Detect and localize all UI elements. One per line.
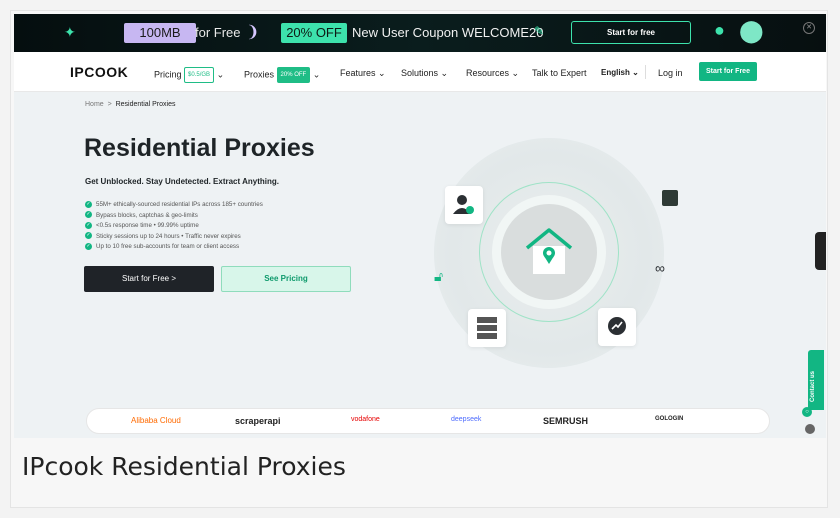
feature-text: <0.5s response time • 99.99% uptime [96,222,199,229]
feature-text: Sticky sessions up to 24 hours • Traffic… [96,232,241,240]
chat-icon[interactable]: ○ [802,407,812,417]
partner-deepseek: deepseek [451,416,482,423]
phone-tile [655,183,685,213]
check-icon: ✓ [85,200,92,208]
feature-text: Bypass blocks, captchas & geo-limits [96,211,198,219]
partner-gologin: GOLOGIN [655,416,684,422]
close-icon[interactable]: ✕ [803,22,815,34]
user-tile [445,186,483,224]
start-for-free-button[interactable]: Start for Free > [84,266,214,292]
coupon-text: New User Coupon WELCOME20 [352,25,544,40]
check-icon: ✓ [85,242,92,250]
contact-label: Contact us [810,370,816,402]
chevron-down-icon: ⌄ [440,68,449,78]
device-icon [662,190,678,206]
chevron-down-icon: ⌄ [378,68,386,78]
side-drawer-tab[interactable] [815,232,826,270]
nav-pricing[interactable]: Pricing $0.5/GB ⌄ [154,67,224,83]
partner-scraperapi: scraperapi [235,416,281,426]
spark-icon: ✦ [64,24,76,40]
image-caption: IPcook Residential Proxies [22,452,346,481]
partner-vodafone: vodafone [351,416,380,423]
chevron-down-icon: ⌄ [632,68,639,77]
nav-resources-label: Resources [466,68,510,78]
chevron-down-icon: ⌄ [312,69,321,80]
nav-features[interactable]: Features ⌄ [340,67,386,79]
unlock-icon: 🔓︎ [434,268,444,284]
hero-subtitle: Get Unblocked. Stay Undetected. Extract … [85,177,279,186]
page-title: Residential Proxies [84,134,315,162]
infinity-icon: ∞ [655,260,665,276]
website-screenshot: ✦ 100MB for Free ❩ 20% OFF New User Coup… [14,14,826,438]
nav-solutions-label: Solutions [401,68,439,78]
balloon-icon: ● [714,20,725,40]
nav-resources[interactable]: Resources ⌄ [466,67,519,79]
site-logo[interactable]: IPCOOK [70,64,128,80]
trend-icon [608,317,626,335]
language-selector[interactable]: English ⌄ [601,67,639,79]
pricing-badge: $0.5/GB [184,67,215,83]
feature-list: ✓ 55M+ ethically-sourced residential IPs … [85,200,263,253]
partner-alibaba: Alibaba Cloud [131,416,181,425]
nav-proxies-label: Proxies [244,69,275,80]
storage-pill: 100MB [124,23,196,43]
feature-text: Up to 10 free sub-accounts for team or c… [96,243,240,250]
nav-talk-to-expert[interactable]: Talk to Expert [532,67,587,79]
partner-logo-strip: Alibaba Cloud scraperapi vodafone deepse… [86,408,770,434]
server-icon [477,317,497,339]
banner-start-button[interactable]: Start for free [571,21,691,44]
server-tile [468,309,506,347]
nav-pricing-label: Pricing [154,69,182,80]
breadcrumb-home[interactable]: Home [85,101,104,108]
discount-pill: 20% OFF [281,23,347,43]
feature-item: ✓ Up to 10 free sub-accounts for team or … [85,242,263,253]
see-pricing-button[interactable]: See Pricing [221,266,351,292]
location-pin-icon: ⬤ [739,18,764,43]
login-link[interactable]: Log in [658,67,683,79]
scroll-top-icon[interactable] [805,424,815,434]
promo-banner[interactable]: ✦ 100MB for Free ❩ 20% OFF New User Coup… [14,14,826,52]
feature-item: ✓ Bypass blocks, captchas & geo-limits [85,211,263,222]
breadcrumb-separator: > [107,101,112,108]
feature-item: ✓ Sticky sessions up to 24 hours • Traffi… [85,232,263,243]
nav-start-button[interactable]: Start for Free [699,62,757,81]
nav-divider [645,65,646,79]
feature-text: 55M+ ethically-sourced residential IPs a… [96,201,263,208]
breadcrumb: Home > Residential Proxies [85,101,175,108]
check-icon: ✓ [85,221,92,229]
check-icon: ✓ [85,211,92,219]
contact-us-tab[interactable]: Contact us [808,350,824,410]
crescent-icon: ❩ [246,24,260,41]
top-navbar: IPCOOK Pricing $0.5/GB ⌄ Proxies 20% OFF… [14,52,826,92]
language-label: English [601,68,630,77]
breadcrumb-current: Residential Proxies [115,101,176,108]
chevron-down-icon: ⌄ [511,68,520,78]
feature-item: ✓ <0.5s response time • 99.99% uptime [85,221,263,232]
analytics-tile [598,308,636,346]
for-free-text: for Free [195,25,241,40]
proxies-badge: 20% OFF [276,67,311,83]
check-icon: ✓ [85,232,92,240]
nav-proxies[interactable]: Proxies 20% OFF ⌄ [244,67,320,83]
nav-features-label: Features [340,68,376,78]
wave-icon: ✎ [534,24,545,38]
feature-item: ✓ 55M+ ethically-sourced residential IPs … [85,200,263,211]
nav-solutions[interactable]: Solutions ⌄ [401,67,448,79]
user-add-icon [453,195,474,214]
home-location-icon [525,228,573,274]
partner-semrush: SEMRUSH [543,416,589,426]
chevron-down-icon: ⌄ [216,69,225,80]
